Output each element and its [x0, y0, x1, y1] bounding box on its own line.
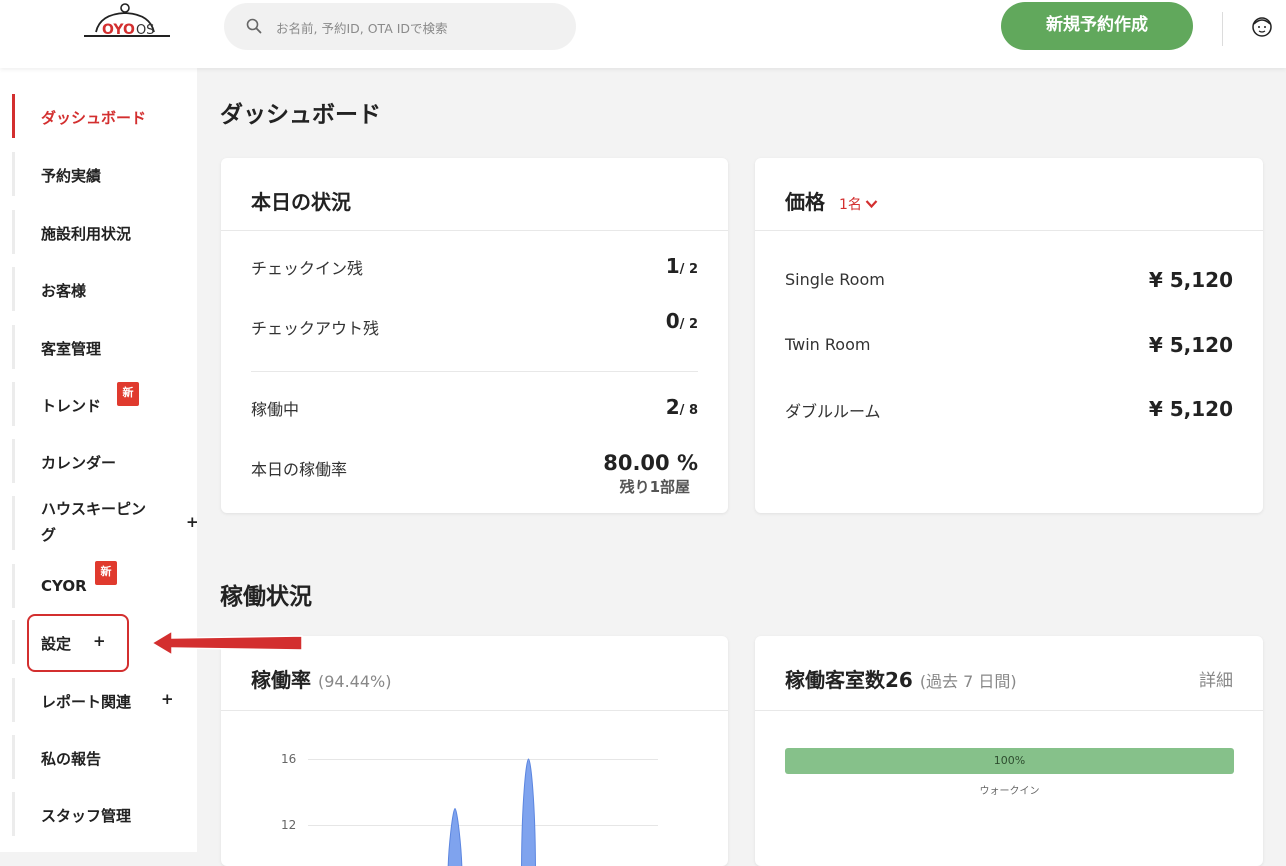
room-type-twin: Twin Room — [785, 335, 870, 354]
sidebar-item-dashboard[interactable]: ダッシュボード — [12, 94, 195, 138]
oyo-os-logo[interactable]: OYOOS — [76, 2, 176, 50]
y-tick-label: 16 — [281, 752, 296, 766]
expand-icon: + — [186, 513, 199, 531]
walk-in-progress-bar: 100% — [785, 748, 1234, 774]
in-operation-label: 稼働中 — [251, 396, 299, 420]
occupancy-area-chart — [308, 746, 658, 866]
card-divider — [251, 371, 698, 372]
today-occupancy-value: 80.00 % — [603, 451, 698, 475]
occupancy-rate-title-text: 稼働率 — [251, 668, 311, 692]
card-divider — [755, 710, 1263, 711]
checkout-remaining-label: チェックアウト残 — [251, 315, 379, 339]
new-booking-button[interactable]: 新規予約作成 — [1001, 2, 1193, 50]
chevron-down-icon — [865, 199, 878, 209]
logo-suffix: OS — [136, 23, 154, 38]
card-divider — [755, 230, 1263, 231]
rooms-remaining-text: 残り1部屋 — [620, 476, 690, 497]
sidebar-item-label: お客様 — [41, 280, 86, 301]
in-operation-count: 2 — [666, 395, 680, 419]
user-avatar-icon[interactable] — [1250, 14, 1274, 40]
guest-count-value: 1名 — [839, 197, 862, 213]
top-header: OYOOS お名前, 予約ID, OTA IDで検索 新規予約作成 — [0, 0, 1286, 68]
checkout-count: 0 — [666, 309, 680, 333]
expand-icon: + — [161, 690, 174, 708]
card-divider — [221, 230, 728, 231]
logo-text: OYOOS — [102, 22, 154, 38]
price-twin: ¥ 5,120 — [1149, 333, 1233, 357]
new-badge: 新 — [117, 382, 139, 406]
chart-peak-0 — [448, 809, 462, 866]
sidebar-item-guests[interactable]: お客様 — [12, 267, 195, 311]
sidebar-item-label: 私の報告 — [41, 748, 101, 769]
sidebar-item-label: 客室管理 — [41, 338, 101, 359]
in-operation-total: / 8 — [680, 403, 698, 418]
price-title-text: 価格 — [785, 190, 825, 214]
in-operation-value: 2/ 8 — [666, 395, 698, 419]
sidebar-item-label: ダッシュボード — [41, 107, 146, 128]
sidebar-item-label: レポート関連 — [41, 691, 131, 712]
occupancy-rate-title: 稼働率 (94.44%) — [251, 664, 391, 693]
sidebar-item-calendar[interactable]: カレンダー — [12, 439, 195, 483]
card-divider — [221, 710, 728, 711]
sidebar-item-staff-management[interactable]: スタッフ管理 — [12, 792, 195, 836]
sidebar-item-my-reports[interactable]: 私の報告 — [12, 735, 195, 779]
sidebar-item-label: グ — [41, 524, 56, 545]
price-single: ¥ 5,120 — [1149, 268, 1233, 292]
checkin-count: 1 — [666, 254, 680, 278]
details-link[interactable]: 詳細 — [1199, 666, 1233, 691]
sidebar-item-housekeeping[interactable]: ハウスキーピン グ + — [12, 496, 195, 550]
sidebar-item-label: CYOR — [41, 577, 87, 595]
sidebar-item-label: ハウスキーピン — [41, 498, 146, 519]
logo-brand: OYO — [102, 22, 135, 38]
sidebar-item-label: 施設利用状況 — [41, 223, 131, 244]
today-status-card: 本日の状況 チェックイン残 1/ 2 チェックアウト残 0/ 2 稼働中 2/ … — [221, 158, 728, 513]
search-placeholder: お名前, 予約ID, OTA IDで検索 — [276, 18, 448, 37]
room-type-single: Single Room — [785, 270, 885, 289]
checkin-total: / 2 — [680, 262, 698, 277]
sidebar-item-reports[interactable]: レポート関連 + — [12, 678, 195, 722]
settings-highlight-box — [27, 614, 129, 672]
price-card: 価格 1名 Single Room ¥ 5,120 Twin Room ¥ 5,1… — [755, 158, 1263, 513]
checkin-remaining-value: 1/ 2 — [666, 254, 698, 278]
page-title: ダッシュボード — [220, 95, 381, 129]
room-type-double: ダブルルーム — [785, 398, 881, 422]
sidebar-item-label: スタッフ管理 — [41, 805, 131, 826]
y-tick-label: 12 — [281, 818, 296, 832]
sidebar-item-trends[interactable]: トレンド 新 — [12, 382, 195, 426]
sidebar-item-cyor[interactable]: CYOR 新 — [12, 564, 195, 608]
sidebar-item-label: カレンダー — [41, 452, 116, 473]
chart-peak-1 — [522, 759, 536, 866]
occupied-rooms-title-text: 稼働客室数26 — [785, 668, 913, 692]
checkin-remaining-label: チェックイン残 — [251, 255, 363, 279]
checkout-remaining-value: 0/ 2 — [666, 309, 698, 333]
price-card-title: 価格 1名 — [785, 186, 878, 215]
sidebar: ダッシュボード 予約実績 施設利用状況 お客様 客室管理 トレンド 新 カレンダ… — [0, 68, 197, 852]
search-icon — [246, 18, 262, 34]
search-input[interactable]: お名前, 予約ID, OTA IDで検索 — [224, 3, 576, 50]
sidebar-item-booking-results[interactable]: 予約実績 — [12, 152, 195, 196]
sidebar-item-room-management[interactable]: 客室管理 — [12, 325, 195, 369]
checkout-total: / 2 — [680, 317, 698, 332]
occupied-rooms-card: 稼働客室数26 (過去 7 日間) 詳細 100% ウォークイン — [755, 636, 1263, 866]
new-badge: 新 — [95, 561, 117, 585]
occupied-rooms-period: (過去 7 日間) — [920, 672, 1017, 691]
sidebar-item-label: 予約実績 — [41, 165, 101, 186]
today-card-title: 本日の状況 — [251, 186, 351, 215]
sidebar-item-facility-usage[interactable]: 施設利用状況 — [12, 210, 195, 254]
guest-count-selector[interactable]: 1名 — [839, 197, 878, 213]
occupancy-rate-card: 稼働率 (94.44%) 16 12 — [221, 636, 728, 866]
occupancy-rate-percent: (94.44%) — [318, 672, 392, 691]
today-occupancy-label: 本日の稼働率 — [251, 456, 347, 480]
header-divider — [1222, 12, 1223, 46]
occupancy-section-title: 稼働状況 — [220, 577, 312, 611]
occupied-rooms-title: 稼働客室数26 (過去 7 日間) — [785, 664, 1017, 693]
red-arrow-annotation — [150, 628, 304, 658]
price-double: ¥ 5,120 — [1149, 397, 1233, 421]
sidebar-item-label: トレンド — [41, 395, 101, 416]
walk-in-caption: ウォークイン — [785, 782, 1234, 797]
